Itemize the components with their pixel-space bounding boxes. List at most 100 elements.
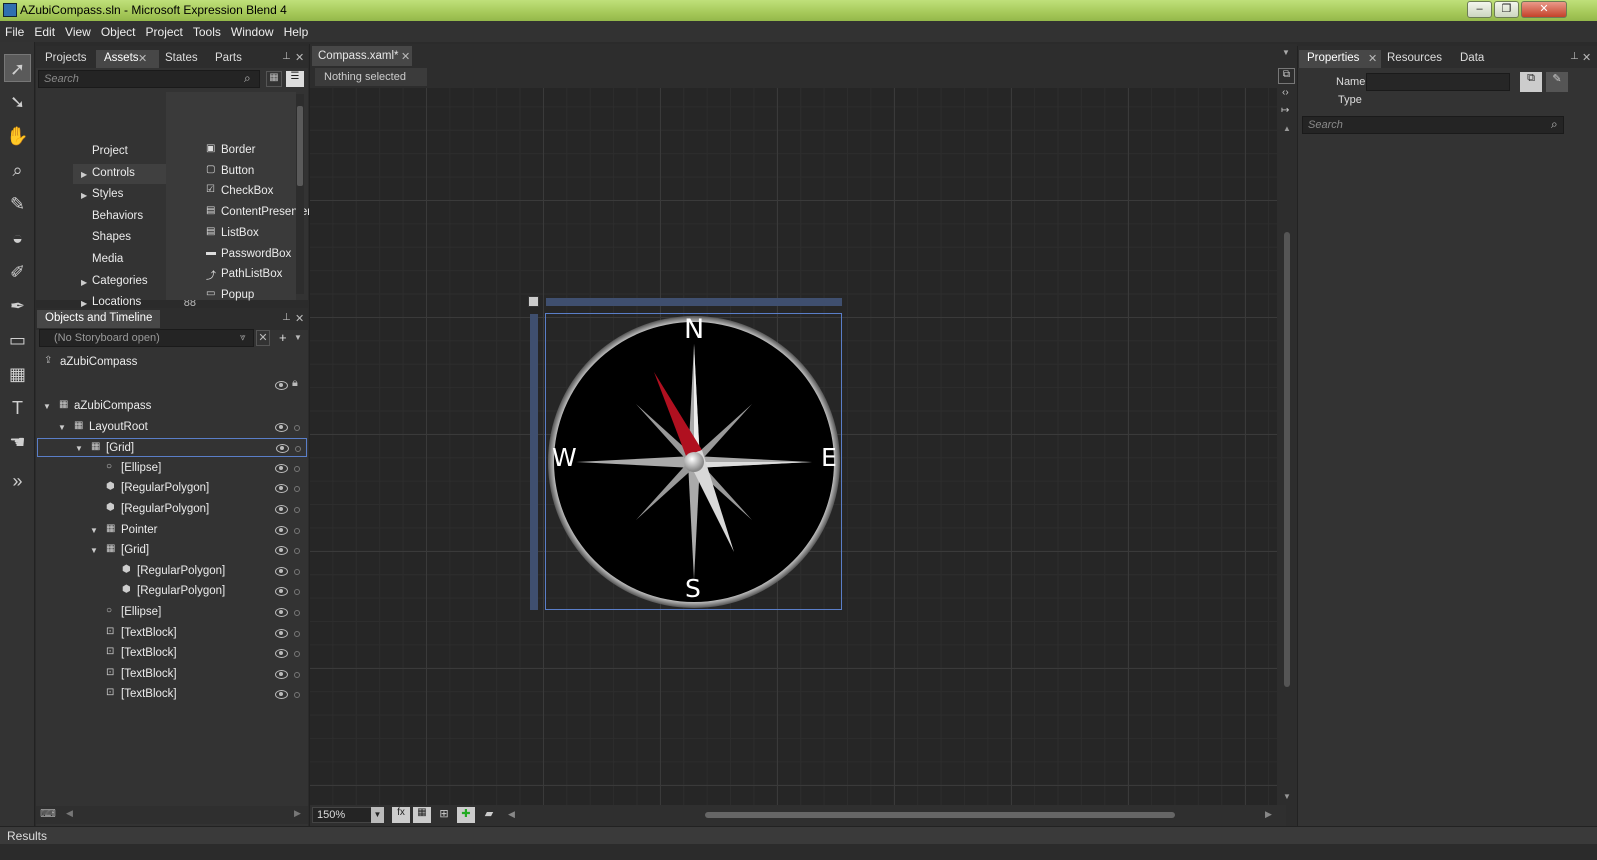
chevron-down-icon[interactable]: ▼ [43,402,51,411]
lock-dot-icon[interactable] [294,507,300,513]
eyedropper-icon[interactable]: ✎ [4,190,31,218]
visibility-eye-icon[interactable] [275,669,288,679]
pan-hand-icon[interactable]: ✋ [4,122,31,150]
chevron-down-icon[interactable]: ▼ [58,423,66,432]
tree-item[interactable]: ▼ ▦ [Grid] [37,541,307,560]
tree-item[interactable]: ⬢ [RegularPolygon] [37,562,307,581]
expand-arrow-icon[interactable]: ▶ [81,299,87,308]
scope-up-icon[interactable]: ⇪ [44,355,52,366]
chevron-down-icon[interactable]: ▼ [294,333,302,342]
split-view-icon[interactable]: ‹› [1282,87,1289,98]
visibility-eye-icon[interactable] [275,484,288,494]
menu-view[interactable]: View [60,21,96,39]
effects-toggle-icon[interactable]: fx [392,807,410,823]
chevron-down-icon[interactable]: ▼ [371,807,384,823]
zoom-select[interactable]: 150% [312,807,372,823]
tree-item[interactable]: ▼ ▦ LayoutRoot [37,418,307,437]
properties-view-icon[interactable]: ✎ [1546,72,1568,92]
visibility-eye-icon[interactable] [275,463,288,473]
visibility-eye-icon[interactable] [275,628,288,638]
document-list-icon[interactable]: ▼ [1282,48,1290,57]
visibility-eye-icon[interactable] [276,444,289,454]
tab-resources[interactable]: Resources [1379,50,1450,68]
lock-dot-icon[interactable] [294,527,300,534]
tab-objects-timeline[interactable]: Objects and Timeline [37,310,161,328]
close-icon[interactable]: ✕ [1582,51,1591,64]
close-icon[interactable]: ✕ [295,312,304,325]
show-all-eye-icon[interactable] [275,381,288,390]
annotations-icon[interactable]: ▰ [480,807,498,823]
visibility-eye-icon[interactable] [275,608,288,617]
selection-tool-icon[interactable]: ➚ [4,54,31,82]
lock-dot-icon[interactable] [294,610,300,616]
tree-item[interactable]: ⊡ [TextBlock] [37,624,307,643]
lock-dot-icon[interactable] [294,486,300,493]
tree-item[interactable]: ⬢ [RegularPolygon] [37,500,307,519]
document-tab[interactable]: Compass.xaml* ✕ [312,46,412,66]
tree-item[interactable]: ▼ ▦ [Grid] [37,438,307,458]
expand-arrow-icon[interactable]: ▶ [81,170,87,179]
storyboard-options-icon[interactable]: ⩔ [240,332,246,343]
storyboard-picker[interactable]: (No Storyboard open) [39,329,254,347]
paint-bucket-icon[interactable]: ◒ [4,224,31,252]
assets-scrollbar[interactable] [296,94,304,294]
menu-tools[interactable]: Tools [188,21,226,39]
visibility-eye-icon[interactable] [275,505,288,514]
lock-dot-icon[interactable] [295,446,301,453]
visibility-eye-icon[interactable] [275,649,288,659]
list-view-icon[interactable]: ☰ [286,71,304,87]
visibility-eye-icon[interactable] [275,525,288,535]
grid-toggle-icon[interactable]: ▦ [413,807,431,823]
lock-dot-icon[interactable] [294,630,300,637]
lock-dot-icon[interactable] [294,465,300,472]
pin-icon[interactable]: ⊥ [1570,51,1579,62]
visibility-eye-icon[interactable] [275,566,288,576]
snap-lines-icon[interactable]: ✚ [457,807,475,823]
selected-grid-bounds[interactable]: N E S W [545,313,842,610]
lock-dot-icon[interactable] [294,651,300,658]
visibility-eye-icon[interactable] [275,422,288,432]
maximize-button[interactable]: ❐ [1494,1,1519,18]
vertical-scrollbar-thumb[interactable] [1284,232,1290,687]
tree-item[interactable]: ▼ ▦ Pointer [37,521,307,540]
close-button[interactable]: ✕ [1521,1,1567,18]
scroll-left-icon[interactable]: ◀ [508,809,515,820]
properties-search-input[interactable]: Search [1302,116,1564,134]
visibility-eye-icon[interactable] [275,587,288,597]
menu-object[interactable]: Object [96,21,141,39]
scroll-down-icon[interactable]: ▼ [1283,792,1291,801]
grid-layout-icon[interactable]: ▦ [4,360,31,388]
name-field[interactable] [1366,73,1510,91]
menu-help[interactable]: Help [279,21,314,39]
pen-icon[interactable]: ✒ [4,292,31,320]
controls-icon[interactable]: ☚ [4,428,31,456]
grid-view-icon[interactable]: ▦ [266,71,282,87]
tree-item[interactable]: ⬢ [RegularPolygon] [37,479,307,498]
grid-adorner-icon[interactable] [528,296,539,307]
brush-transform-icon[interactable]: ✐ [4,258,31,286]
pin-icon[interactable]: ⊥ [282,51,291,62]
assets-expand-icon[interactable]: » [4,467,31,495]
close-icon[interactable]: ✕ [295,51,304,64]
objects-hscroll[interactable]: ⌨ ◀ ▶ [36,806,308,824]
lock-all-icon[interactable]: 🔒︎ [292,377,298,390]
chevron-down-icon[interactable]: ▼ [75,444,83,453]
scroll-up-icon[interactable]: ▲ [1283,124,1291,133]
menu-file[interactable]: File [0,21,29,39]
zoom-icon[interactable]: ⌕ [4,156,31,184]
row-ruler[interactable] [530,314,538,610]
menu-edit[interactable]: Edit [29,21,60,39]
results-tab[interactable]: Results [7,829,47,843]
expand-arrow-icon[interactable]: ▶ [81,191,87,200]
assets-search-input[interactable]: Search [38,70,260,88]
tab-assets[interactable]: Assets [96,50,159,68]
close-storyboard-icon[interactable]: ✕ [256,330,270,346]
tree-item[interactable]: ⬢ [RegularPolygon] [37,582,307,601]
pin-icon[interactable]: ⊥ [282,312,291,323]
design-view-icon[interactable]: ↦ [1281,105,1289,116]
tree-item[interactable]: ○ [Ellipse] [37,459,307,478]
lock-dot-icon[interactable] [294,424,300,431]
lock-dot-icon[interactable] [294,568,300,575]
tab-data[interactable]: Data [1452,50,1492,68]
scroll-right-icon[interactable]: ▶ [1265,809,1272,820]
